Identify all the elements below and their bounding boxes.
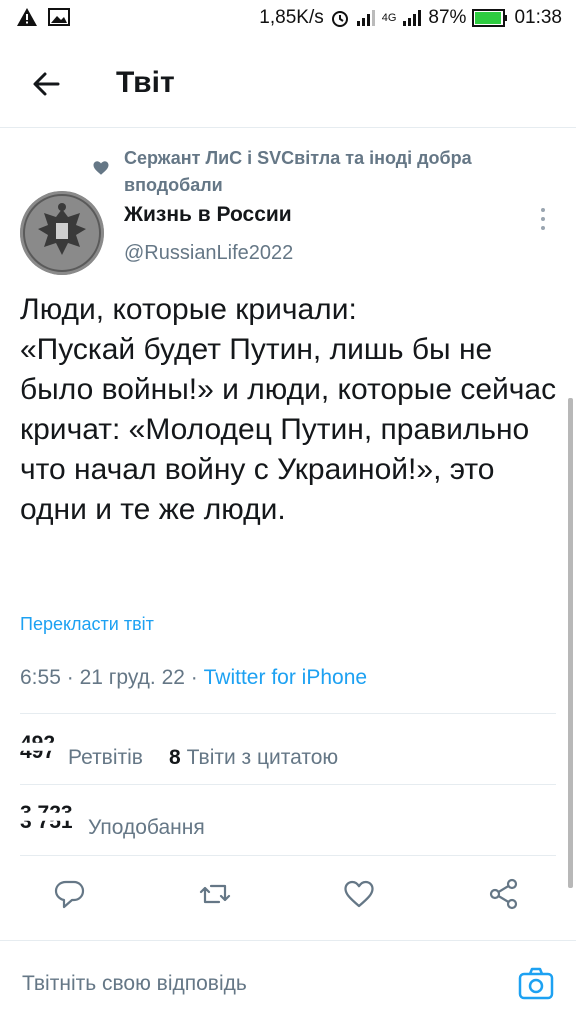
page-title: Твіт [116, 66, 175, 99]
action-bar [0, 860, 576, 930]
retweet-count-animating: 492 497 [20, 732, 62, 764]
avatar[interactable] [20, 191, 104, 275]
warning-icon [17, 8, 37, 26]
reply-button[interactable] [52, 876, 88, 912]
network-type: 4G [381, 12, 397, 24]
clock: 01:38 [514, 7, 562, 28]
tweet-date: 21 груд. 22 [79, 666, 185, 689]
translate-link[interactable]: Перекласти твіт [20, 614, 154, 635]
alarm-icon [331, 11, 348, 27]
signal-4g-icon [403, 10, 422, 26]
liked-by-text: Сержант ЛиС і SVCвітла та іноді добра вп… [124, 148, 472, 195]
signal-icon [356, 10, 375, 26]
arrow-left-icon [33, 72, 60, 96]
app-bar: Твіт [0, 52, 576, 116]
retweet-count-old: 497 [20, 740, 56, 763]
stats-divider-mid [20, 784, 556, 785]
retweets-link[interactable]: Ретвітів [68, 746, 143, 770]
likes-link[interactable]: Уподобання [88, 816, 205, 840]
camera-button[interactable] [516, 964, 556, 1004]
like-icon [344, 880, 374, 908]
stats-divider-bottom [20, 855, 556, 856]
like-stats: 3 723 3 751 Уподобання [20, 802, 205, 840]
share-icon [489, 878, 518, 910]
meta-separator: · [66, 666, 74, 689]
share-button[interactable] [486, 876, 522, 912]
image-icon [48, 8, 70, 26]
quote-count: 8 [168, 746, 181, 769]
like-button[interactable] [341, 876, 377, 912]
tweet-time: 6:55 [20, 666, 61, 689]
quotes-link[interactable]: Твіти з цитатою [187, 746, 339, 770]
more-options-button[interactable] [538, 206, 548, 232]
reply-input[interactable]: Твітніть свою відповідь [22, 972, 247, 996]
retweet-stats: 492 497 Ретвітів 8 Твіти з цитатою [20, 732, 339, 770]
battery-icon [472, 9, 508, 27]
stats-divider-top [20, 713, 556, 714]
retweet-icon [199, 884, 231, 904]
like-count-old: 3 751 [20, 810, 73, 833]
status-bar: 1,85K/s 4G 87% 01:38 [0, 0, 576, 38]
battery-percent: 87% [428, 7, 467, 28]
more-vertical-icon [541, 208, 545, 230]
back-button[interactable] [28, 66, 64, 102]
network-speed: 1,85K/s [259, 7, 324, 28]
tweet-meta: 6:55 · 21 груд. 22 · Twitter for iPhone [20, 666, 367, 690]
like-count-animating: 3 723 3 751 [20, 802, 82, 834]
camera-icon [518, 967, 554, 1000]
tweet-text: Люди, которые кричали: «Пускай будет Пут… [20, 293, 557, 526]
heart-icon [93, 161, 109, 175]
header-divider [0, 127, 576, 128]
actions-divider [0, 940, 576, 941]
author-name[interactable]: Жизнь в России [124, 203, 292, 227]
meta-separator: · [190, 666, 198, 689]
status-bar-left [16, 7, 70, 27]
reply-icon [54, 880, 85, 909]
scrollbar[interactable] [568, 398, 573, 888]
reply-composer[interactable]: Твітніть свою відповідь [0, 946, 576, 1024]
retweet-button[interactable] [197, 876, 233, 912]
status-bar-right: 1,85K/s 4G 87% 01:38 [259, 7, 562, 29]
author-handle[interactable]: @RussianLife2022 [124, 242, 293, 265]
coat-of-arms-image [20, 191, 104, 275]
tweet-source-link[interactable]: Twitter for iPhone [204, 666, 367, 689]
